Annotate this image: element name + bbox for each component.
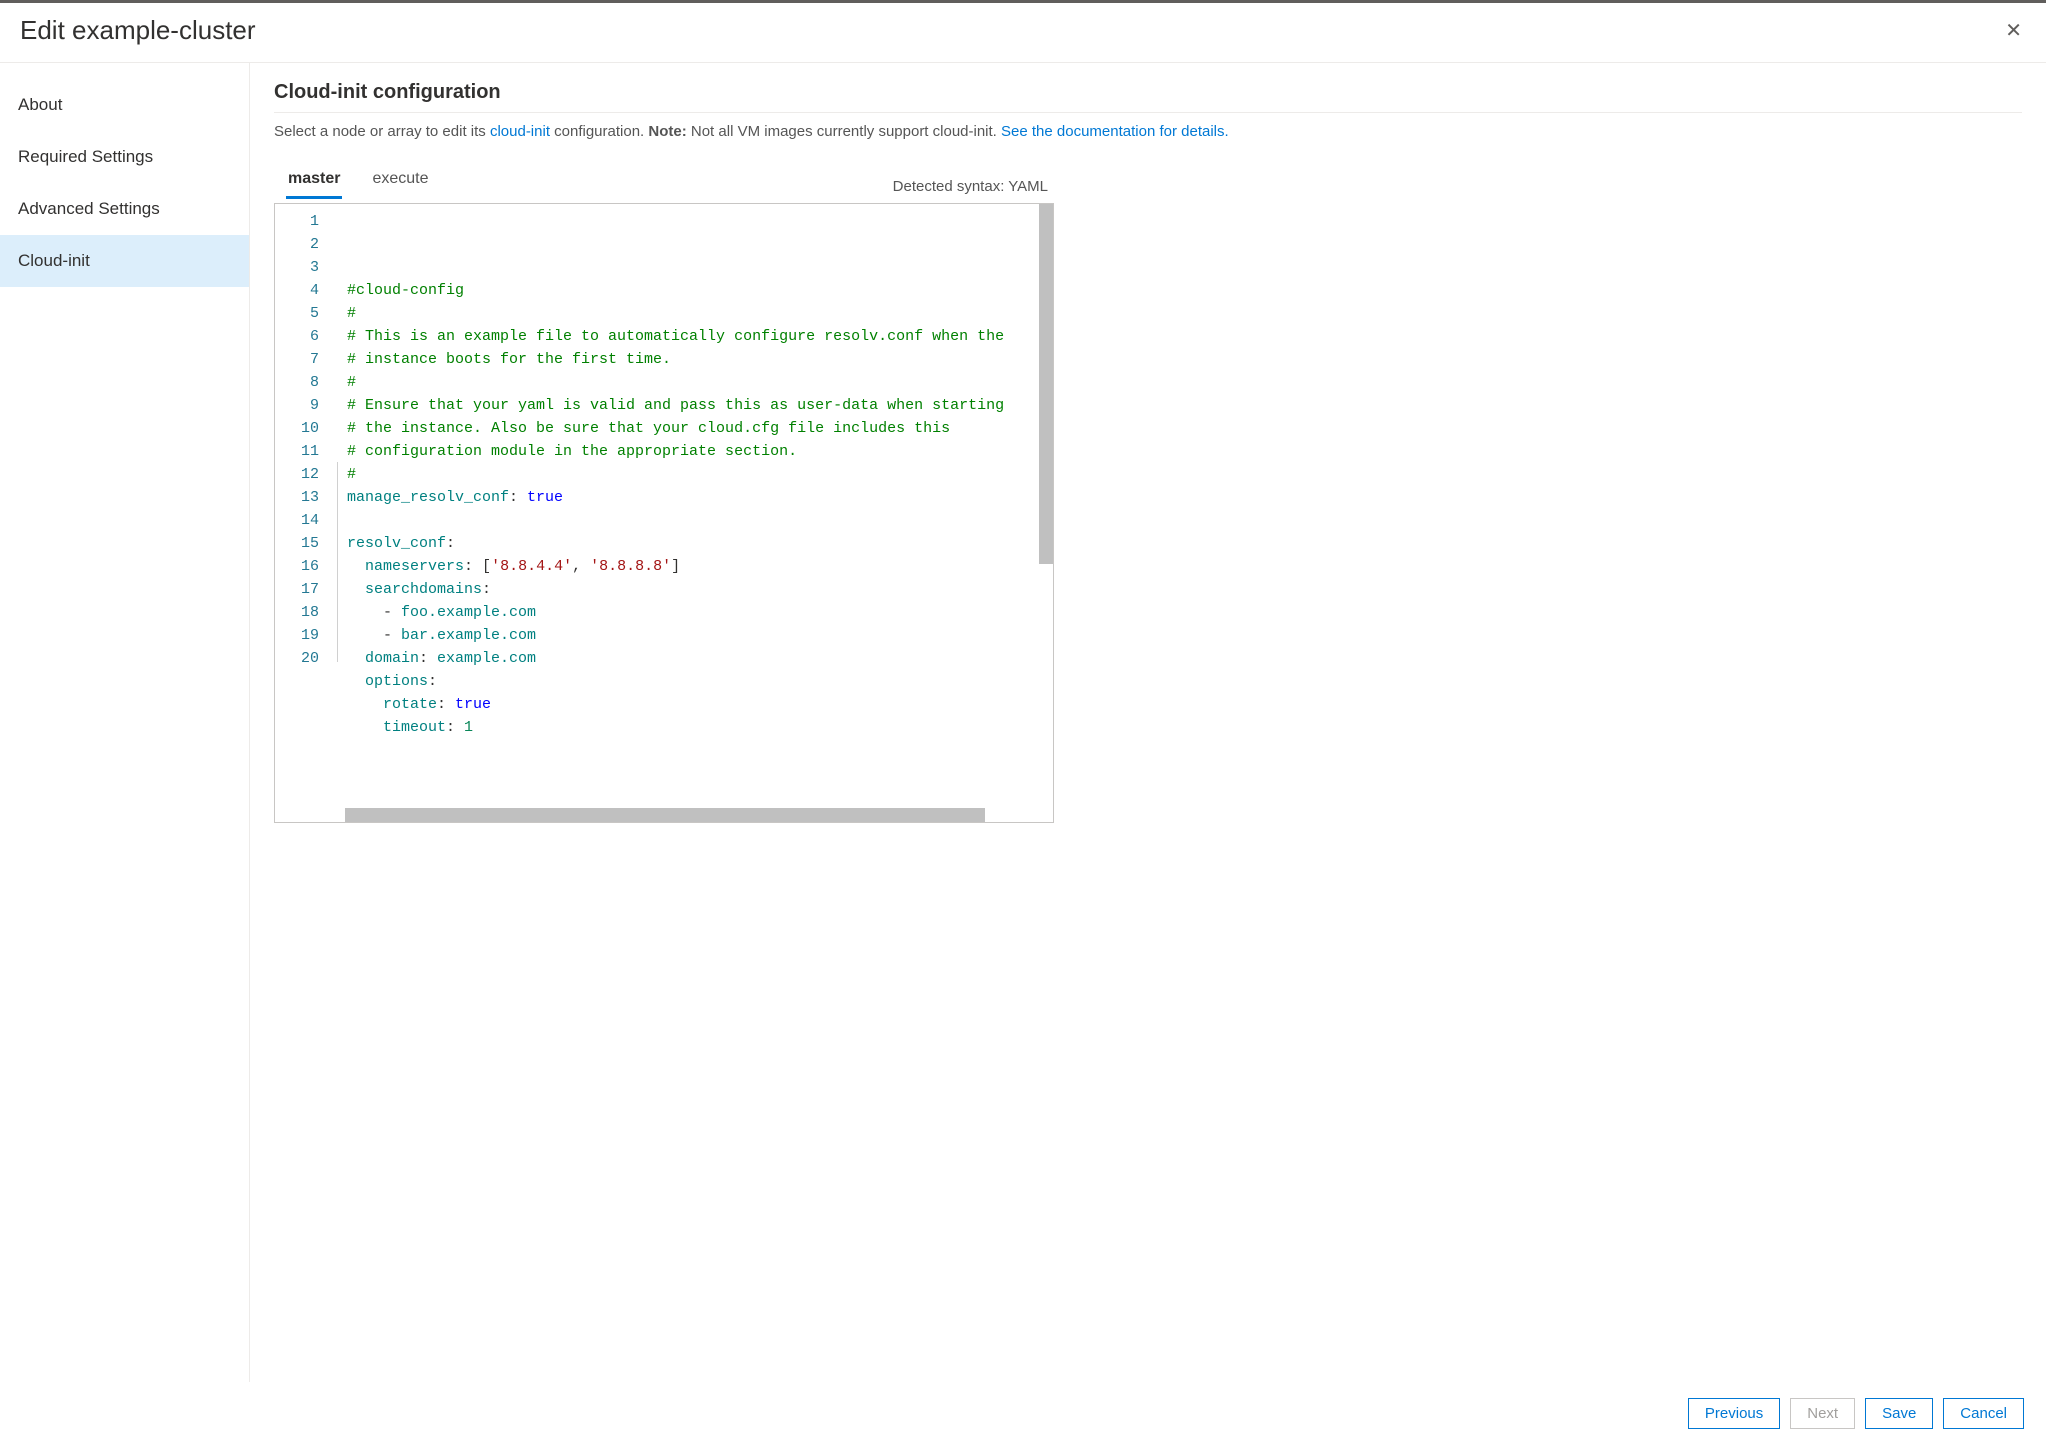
vertical-scrollbar[interactable] [1039, 204, 1053, 564]
tab-master[interactable]: master [286, 162, 342, 199]
note-label: Note: [648, 123, 686, 140]
desc-text: Not all VM images currently support clou… [687, 123, 1001, 140]
cancel-button[interactable]: Cancel [1943, 1398, 2024, 1429]
docs-link[interactable]: See the documentation for details. [1001, 123, 1229, 140]
close-icon[interactable]: ✕ [2001, 17, 2026, 45]
save-button[interactable]: Save [1865, 1398, 1933, 1429]
sidebar-item-advanced-settings[interactable]: Advanced Settings [0, 183, 249, 235]
section-title: Cloud-init configuration [274, 81, 2022, 104]
dialog-title: Edit example-cluster [20, 15, 256, 46]
syntax-label: Detected syntax: YAML [893, 178, 1054, 199]
indent-guide [337, 462, 338, 662]
divider [274, 112, 2022, 113]
code-area[interactable]: #cloud-config## This is an example file … [333, 204, 1053, 822]
previous-button[interactable]: Previous [1688, 1398, 1780, 1429]
desc-text: Select a node or array to edit its [274, 123, 490, 140]
line-gutter: 1234567891011121314151617181920 [275, 204, 333, 822]
sidebar-item-required-settings[interactable]: Required Settings [0, 131, 249, 183]
cloud-init-link[interactable]: cloud-init [490, 123, 550, 140]
tab-execute[interactable]: execute [370, 162, 430, 199]
horizontal-scrollbar[interactable] [345, 808, 985, 822]
section-description: Select a node or array to edit its cloud… [274, 123, 2022, 140]
desc-text: configuration. [550, 123, 648, 140]
next-button: Next [1790, 1398, 1855, 1429]
code-editor[interactable]: 1234567891011121314151617181920 #cloud-c… [274, 203, 1054, 823]
sidebar: About Required Settings Advanced Setting… [0, 63, 250, 1382]
tabs: master execute [274, 162, 431, 199]
sidebar-item-about[interactable]: About [0, 79, 249, 131]
sidebar-item-cloud-init[interactable]: Cloud-init [0, 235, 249, 287]
